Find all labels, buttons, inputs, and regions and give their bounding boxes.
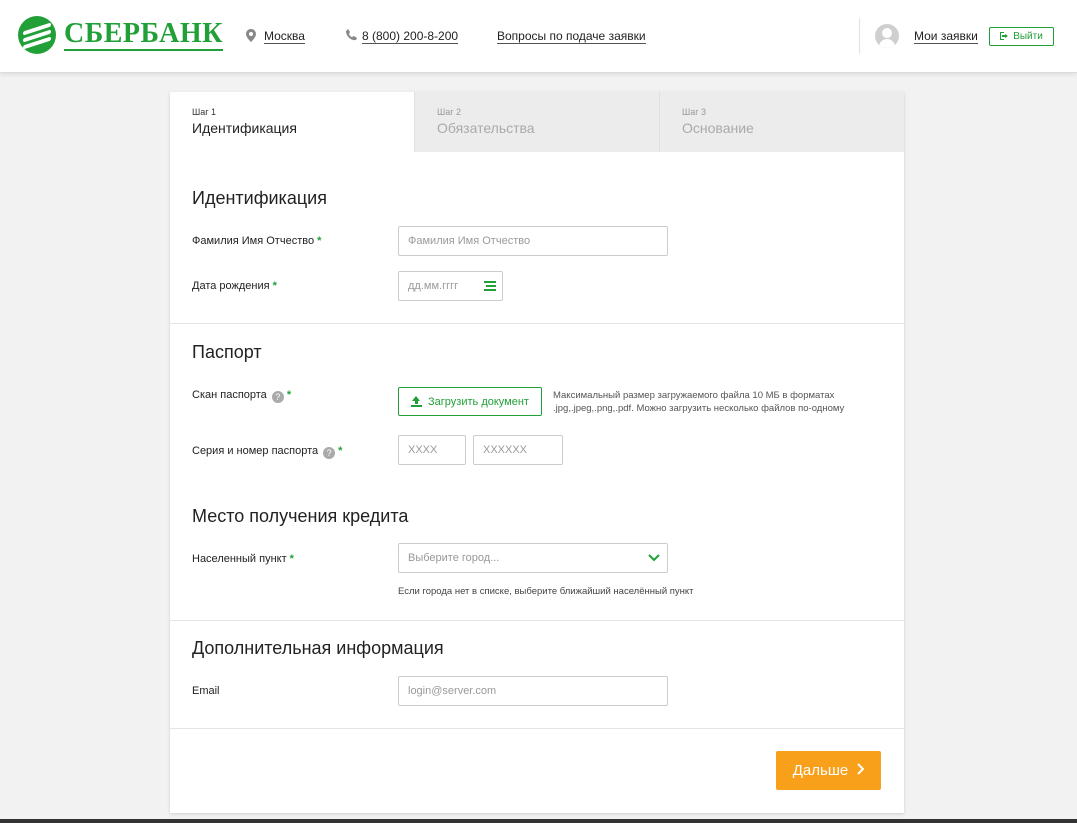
sberbank-logo-icon [18, 16, 56, 54]
birth-date-label: Дата рождения * [192, 279, 277, 293]
faq-link[interactable]: Вопросы по подаче заявки [497, 29, 646, 44]
upload-button-label: Загрузить документ [428, 395, 529, 408]
bottom-border [0, 819, 1077, 823]
tab-step-number: Шаг 1 [192, 107, 217, 117]
passport-number-label: Серия и номер паспорта? * [192, 444, 342, 459]
tab-step-title: Основание [682, 120, 754, 136]
tab-step-1[interactable]: Шаг 1 Идентификация [170, 92, 414, 152]
section-title-identification: Идентификация [192, 188, 327, 208]
upload-hint-line-1: Максимальный размер загружаемого файла 1… [553, 390, 835, 401]
section-divider [170, 620, 904, 621]
section-title-credit-place: Место получения кредита [192, 506, 409, 526]
required-mark: * [317, 235, 322, 247]
tab-step-title: Идентификация [192, 120, 297, 136]
upload-document-button[interactable]: Загрузить документ [398, 387, 542, 416]
city-label-text: Населенный пункт [192, 553, 287, 565]
city-link[interactable]: Москва [264, 29, 305, 44]
top-header: СБЕРБАНК Москва 8 (800) 200-8-200 Вопрос… [0, 0, 1077, 73]
next-button-label: Дальше [792, 762, 849, 779]
logout-label: Выйти [1013, 31, 1043, 42]
section-title-passport: Паспорт [192, 342, 262, 362]
tab-step-title: Обязательства [437, 120, 535, 136]
required-mark: * [272, 280, 277, 292]
city-select-placeholder: Выберите город... [408, 552, 500, 564]
tab-step-3[interactable]: Шаг 3 Основание [659, 92, 904, 152]
fio-input[interactable] [398, 226, 668, 256]
fio-label: Фамилия Имя Отчество * [192, 234, 321, 248]
passport-scan-label-text: Скан паспорта [192, 389, 267, 401]
my-applications-link[interactable]: Мои заявки [914, 29, 978, 44]
application-form-card: Шаг 1 Идентификация Шаг 2 Обязательства … [170, 92, 904, 813]
passport-number-label-text: Серия и номер паспорта [192, 445, 319, 457]
email-label: Email [192, 685, 220, 697]
sberbank-logo[interactable]: СБЕРБАНК [18, 16, 223, 54]
chevron-right-icon [856, 762, 865, 779]
birth-date-label-text: Дата рождения [192, 280, 270, 292]
passport-series-input[interactable] [398, 435, 466, 465]
tab-step-2[interactable]: Шаг 2 Обязательства [414, 92, 659, 152]
logout-icon [1000, 31, 1009, 42]
help-icon[interactable]: ? [271, 391, 284, 403]
section-title-additional: Дополнительная информация [192, 638, 444, 658]
city-hint: Если города нет в списке, выберите ближа… [398, 586, 694, 597]
logout-button[interactable]: Выйти [989, 27, 1054, 46]
phone-icon [346, 29, 358, 43]
required-mark: * [286, 389, 292, 401]
next-button[interactable]: Дальше [776, 751, 881, 790]
phone-link[interactable]: 8 (800) 200-8-200 [362, 29, 459, 44]
required-mark: * [338, 445, 343, 457]
header-divider [859, 18, 860, 54]
upload-hint: Максимальный размер загружаемого файла 1… [553, 389, 844, 415]
brand-name: СБЕРБАНК [64, 18, 223, 51]
tab-step-number: Шаг 2 [437, 107, 462, 117]
step-tabs: Шаг 1 Идентификация Шаг 2 Обязательства … [170, 92, 904, 152]
location-pin-icon [246, 29, 258, 43]
required-mark: * [289, 553, 294, 565]
upload-icon [411, 396, 423, 407]
calendar-icon[interactable] [484, 281, 496, 291]
city-label: Населенный пункт * [192, 552, 294, 566]
tab-step-number: Шаг 3 [682, 107, 707, 117]
section-divider [170, 323, 904, 324]
chevron-down-icon [647, 551, 661, 565]
user-avatar-icon [875, 24, 899, 48]
city-select[interactable]: Выберите город... [398, 543, 668, 573]
email-input[interactable] [398, 676, 668, 706]
fio-label-text: Фамилия Имя Отчество [192, 235, 315, 247]
help-icon[interactable]: ? [323, 447, 336, 459]
passport-number-input[interactable] [473, 435, 563, 465]
section-divider [170, 728, 904, 729]
upload-hint-line-2: .jpg,.jpeg,.png,.pdf. Можно загрузить не… [553, 403, 845, 414]
passport-scan-label: Скан паспорта? * [192, 388, 291, 403]
